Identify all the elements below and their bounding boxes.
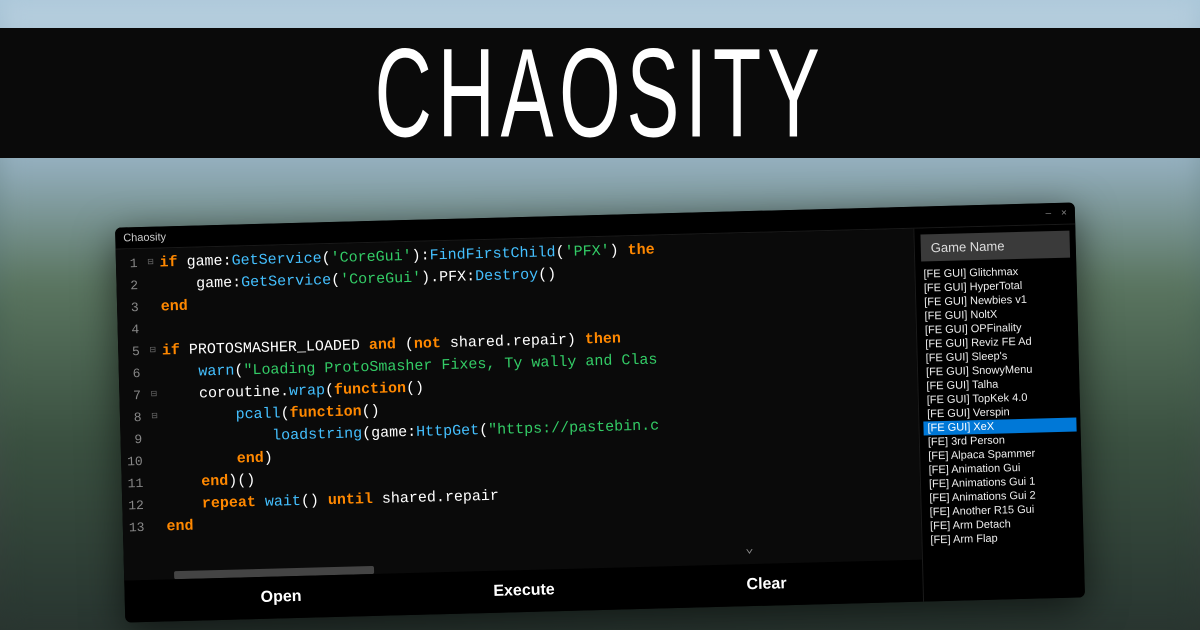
fold-marker-icon: [154, 495, 161, 517]
editor-pane: 12345678910111213 ⊟ ⊟ ⊟⊟ if game:GetServ…: [116, 229, 923, 623]
fold-marker-icon[interactable]: ⊟: [151, 385, 158, 407]
line-number: 12: [128, 495, 144, 517]
fold-marker-icon: [148, 275, 155, 297]
line-number: 8: [126, 407, 142, 429]
window-controls: – ×: [1045, 208, 1067, 220]
minimize-icon[interactable]: –: [1045, 208, 1051, 219]
fold-marker-icon[interactable]: ⊟: [150, 341, 157, 363]
execute-button[interactable]: Execute: [473, 575, 575, 608]
line-number: 6: [125, 363, 141, 385]
fold-marker-icon: [153, 473, 160, 495]
script-list-header[interactable]: Game Name: [920, 231, 1070, 262]
fold-marker-icon: [152, 451, 159, 473]
line-number: 4: [123, 319, 139, 341]
scroll-down-icon[interactable]: ⌄: [745, 538, 754, 560]
fold-marker-icon: [150, 363, 157, 385]
line-number: 7: [125, 385, 141, 407]
line-number: 9: [126, 429, 142, 451]
fold-marker-icon[interactable]: ⊟: [147, 253, 154, 275]
script-list[interactable]: [FE GUI] Glitchmax[FE GUI] HyperTotal[FE…: [915, 263, 1085, 601]
window-title: Chaosity: [123, 231, 166, 244]
fold-marker-icon: [152, 429, 159, 451]
open-button[interactable]: Open: [240, 581, 322, 613]
close-icon[interactable]: ×: [1061, 208, 1067, 219]
code-editor[interactable]: 12345678910111213 ⊟ ⊟ ⊟⊟ if game:GetServ…: [116, 229, 922, 581]
fold-marker-icon: [148, 297, 155, 319]
line-number: 10: [127, 451, 143, 473]
line-number: 2: [122, 275, 138, 297]
line-number: 5: [124, 341, 140, 363]
line-number: 3: [123, 297, 139, 319]
clear-button[interactable]: Clear: [726, 569, 807, 601]
fold-marker-icon: [154, 517, 161, 539]
line-number: 13: [129, 517, 145, 539]
code-content[interactable]: if game:GetService('CoreGui'):FindFirstC…: [159, 229, 922, 580]
fold-marker-icon[interactable]: ⊟: [151, 407, 158, 429]
window-body: 12345678910111213 ⊟ ⊟ ⊟⊟ if game:GetServ…: [116, 224, 1085, 622]
line-number: 1: [122, 253, 138, 275]
line-number: 11: [127, 473, 143, 495]
banner: CHAOSITY: [0, 28, 1200, 158]
fold-marker-icon: [149, 319, 156, 341]
banner-title: CHAOSITY: [375, 20, 826, 166]
script-list-panel: Game Name [FE GUI] Glitchmax[FE GUI] Hyp…: [913, 224, 1085, 601]
list-item[interactable]: [FE] Arm Flap: [926, 529, 1079, 547]
app-window: Chaosity – × 12345678910111213 ⊟ ⊟ ⊟⊟ if…: [115, 203, 1085, 623]
